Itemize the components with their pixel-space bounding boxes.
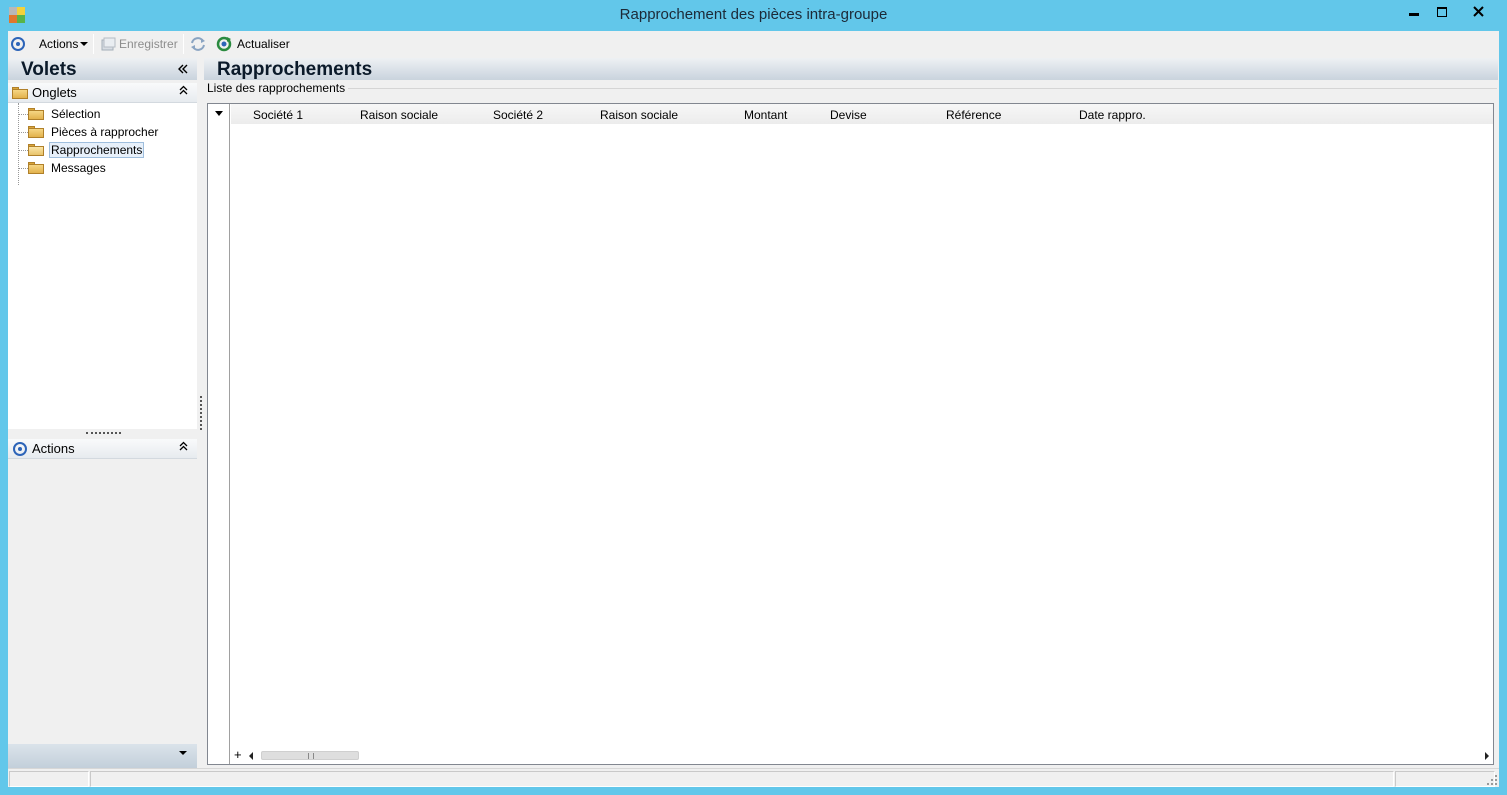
tabs-section-label: Onglets: [32, 85, 77, 100]
tree-item-messages[interactable]: Messages: [28, 159, 108, 177]
tree-connector: [18, 168, 28, 169]
tree-connector: [18, 132, 28, 133]
tree-connector: [18, 150, 28, 151]
actions-section-header[interactable]: Actions: [8, 439, 197, 459]
sidebar-splitter[interactable]: [200, 396, 202, 430]
refresh-icon: [216, 36, 232, 52]
main-content: Rapprochements Liste des rapprochements …: [204, 56, 1499, 768]
group-caption: Liste des rapprochements: [207, 81, 349, 95]
column-header-date-rappro[interactable]: Date rappro.: [1079, 108, 1146, 122]
tabs-section-header[interactable]: Onglets: [8, 83, 197, 103]
folder-icon: [28, 126, 44, 138]
open-folder-icon: [28, 144, 44, 156]
collapse-section-button[interactable]: [179, 440, 188, 454]
panes-title: Volets: [21, 59, 77, 80]
column-header-societe-1[interactable]: Société 1: [253, 108, 303, 122]
double-chevron-up-icon: [179, 85, 188, 95]
scroll-left-icon[interactable]: [249, 752, 253, 760]
row-header-column: [208, 104, 230, 764]
status-panel-3: [1395, 771, 1495, 787]
actions-dropdown-button[interactable]: Actions: [39, 35, 89, 53]
tabs-tree: Sélection Pièces à rapprocher Rapprochem…: [8, 103, 197, 429]
tree-item-label: Messages: [51, 161, 106, 175]
add-row-button[interactable]: +: [234, 747, 242, 762]
column-header-reference[interactable]: Référence: [946, 108, 1001, 122]
horizontal-scrollbar[interactable]: +: [231, 747, 1493, 764]
save-button-label: Enregistrer: [119, 37, 178, 51]
page-title: Rapprochements: [217, 59, 373, 80]
maximize-icon: [1437, 6, 1447, 17]
scrollbar-thumb[interactable]: [261, 751, 359, 760]
collapse-pane-button[interactable]: [178, 61, 188, 77]
resize-grip-icon[interactable]: [1487, 775, 1497, 785]
toolbar-separator: [93, 34, 94, 54]
folder-icon: [12, 87, 28, 99]
tree-item-selection[interactable]: Sélection: [28, 105, 102, 123]
sync-icon: [191, 37, 205, 51]
column-header-montant[interactable]: Montant: [744, 108, 787, 122]
title-bar[interactable]: Rapprochement des pièces intra-groupe: [0, 0, 1507, 31]
collapse-section-button[interactable]: [179, 84, 188, 98]
double-chevron-left-icon: [178, 64, 188, 74]
column-header-raison-sociale-2[interactable]: Raison sociale: [600, 108, 678, 122]
tree-item-label: Pièces à rapprocher: [51, 125, 159, 139]
tree-connector: [18, 103, 19, 185]
save-button[interactable]: Enregistrer: [100, 35, 178, 53]
column-header-devise[interactable]: Devise: [830, 108, 867, 122]
column-header-societe-2[interactable]: Société 2: [493, 108, 543, 122]
save-icon: [101, 37, 116, 51]
column-chooser-arrow-icon[interactable]: [215, 111, 223, 116]
scroll-right-icon[interactable]: [1485, 752, 1489, 760]
status-panel-2: [90, 771, 1394, 787]
minimize-button[interactable]: [1401, 1, 1427, 22]
pane-overflow-bar[interactable]: [8, 744, 197, 768]
folder-icon: [28, 108, 44, 120]
refresh-button-label: Actualiser: [237, 37, 290, 51]
tree-item-rapprochements[interactable]: Rapprochements: [28, 141, 145, 159]
panes-header: Volets: [8, 58, 197, 80]
pane-splitter-grip[interactable]: [86, 432, 121, 434]
target-icon: [11, 37, 25, 51]
folder-icon: [28, 162, 44, 174]
group-box-border: [207, 88, 1497, 89]
content-header: Rapprochements: [204, 58, 1498, 80]
thumb-grip: [308, 753, 314, 759]
sync-button[interactable]: [190, 35, 206, 53]
panes-sidebar: Volets Onglets Sélection Pièces à rappro…: [8, 56, 197, 768]
toolbar: Actions Enregistrer Actualiser: [8, 31, 1499, 56]
double-chevron-up-icon: [179, 441, 188, 451]
actions-section-label: Actions: [32, 441, 75, 456]
refresh-button[interactable]: Actualiser: [216, 35, 290, 53]
status-panel-1: [9, 771, 89, 787]
overflow-menu-button[interactable]: [179, 748, 188, 759]
window-title: Rapprochement des pièces intra-groupe: [619, 6, 888, 23]
grid-header-row: Société 1 Raison sociale Société 2 Raiso…: [231, 104, 1493, 124]
tree-item-label: Rapprochements: [49, 142, 145, 158]
tree-item-label: Sélection: [51, 107, 101, 121]
chevron-down-icon: [80, 42, 89, 46]
toolbar-target-button[interactable]: [11, 35, 25, 53]
chevron-down-icon: [179, 751, 187, 755]
toolbar-separator: [183, 34, 184, 54]
target-icon: [13, 442, 27, 456]
application-window: Rapprochement des pièces intra-groupe Ac…: [0, 0, 1507, 795]
tree-item-pieces[interactable]: Pièces à rapprocher: [28, 123, 160, 141]
close-icon: [1473, 6, 1484, 17]
close-button[interactable]: [1456, 1, 1501, 22]
status-bar: [8, 768, 1499, 787]
client-area: Actions Enregistrer Actualiser Volets On…: [8, 31, 1499, 787]
minimize-icon: [1409, 12, 1419, 16]
column-header-raison-sociale-1[interactable]: Raison sociale: [360, 108, 438, 122]
reconciliations-grid[interactable]: Société 1 Raison sociale Société 2 Raiso…: [207, 103, 1494, 765]
actions-dropdown-label: Actions: [39, 37, 79, 51]
tree-connector: [18, 114, 28, 115]
maximize-button[interactable]: [1429, 1, 1455, 22]
